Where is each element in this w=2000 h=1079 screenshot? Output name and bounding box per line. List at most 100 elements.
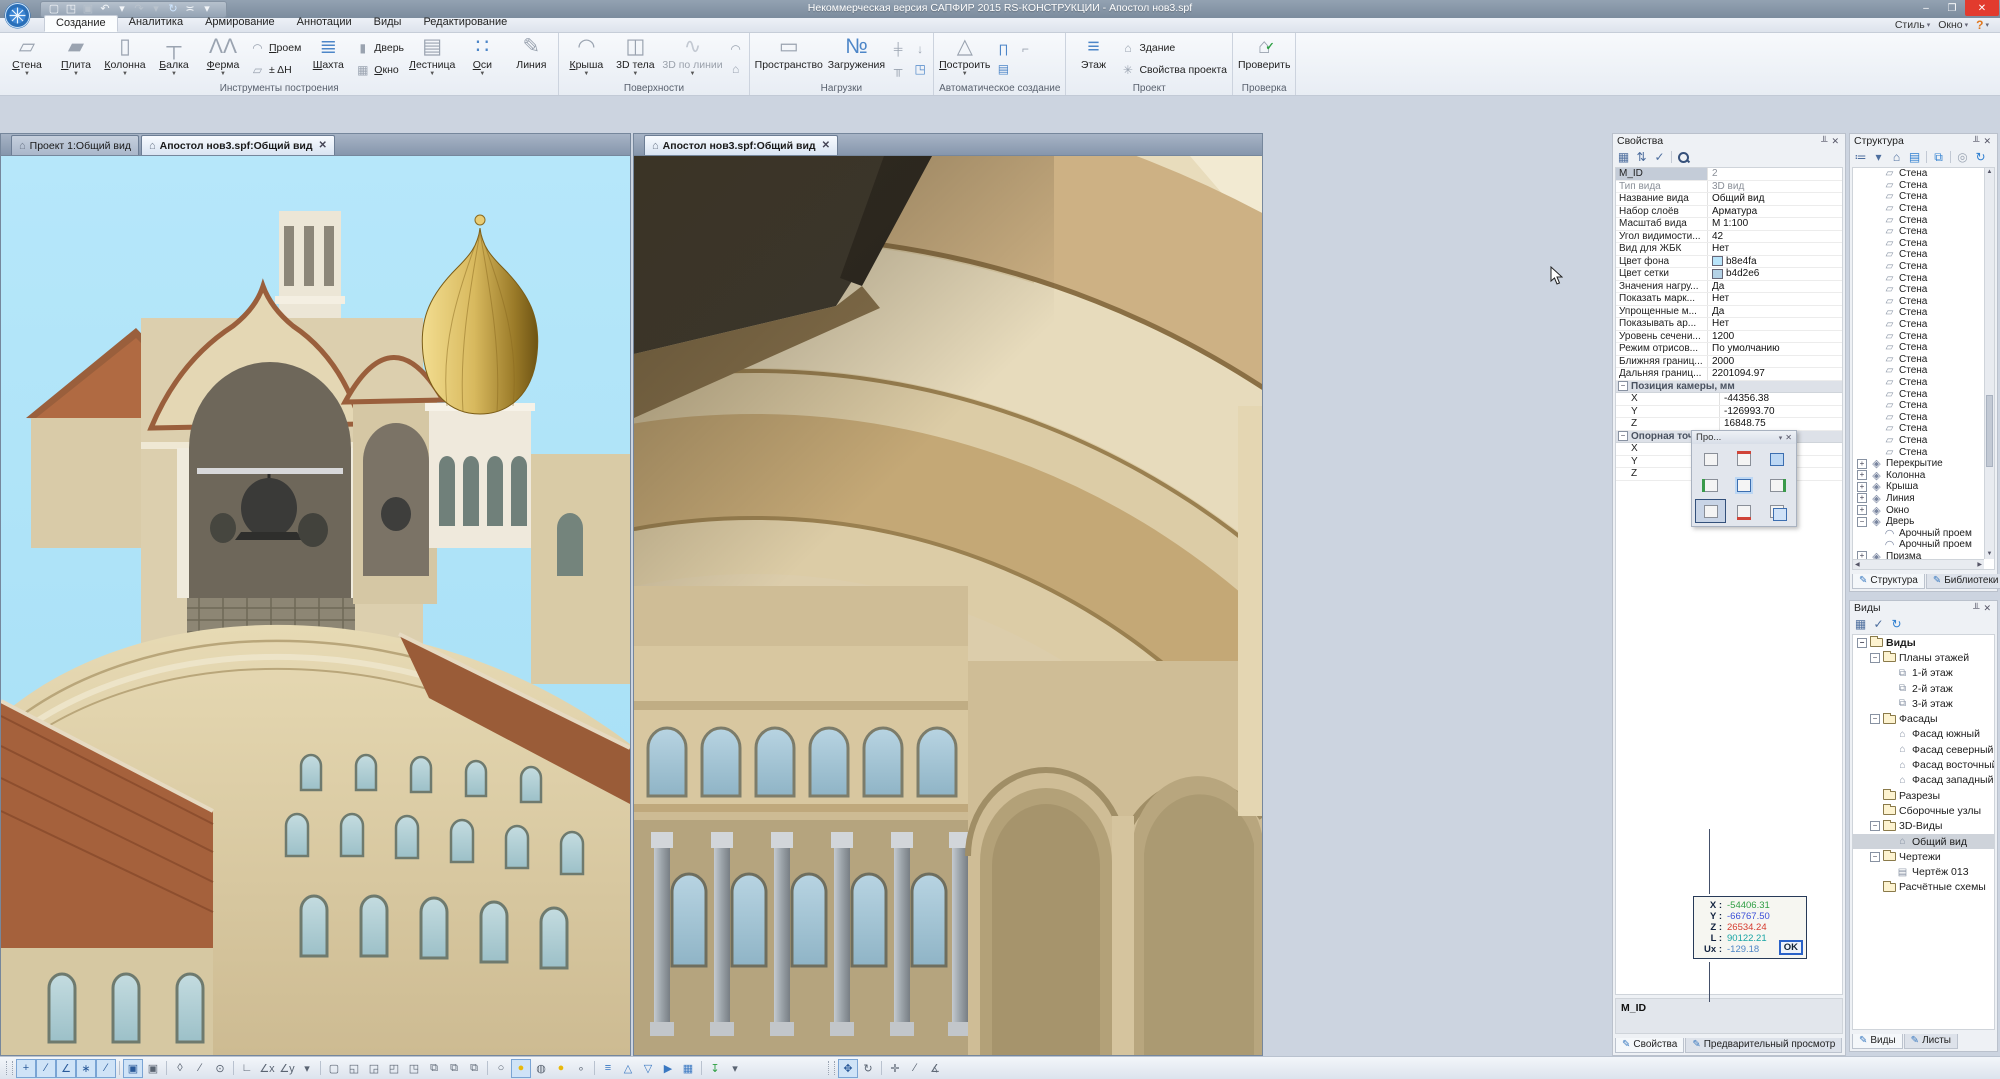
tree-item-стена[interactable]: +▱Стена — [1853, 191, 1994, 203]
tree-item-стена[interactable]: +▱Стена — [1853, 423, 1994, 435]
panel-tab-структура[interactable]: ✎Структура — [1852, 574, 1925, 589]
tree-item-2-й-этаж[interactable]: +⧉2-й этаж — [1853, 681, 1994, 696]
filter-arrow-icon[interactable]: ▾ — [1872, 150, 1885, 164]
viewport-tab-апостол-нов3-spf-общий-вид[interactable]: ⌂Апостол нов3.spf:Общий вид✕ — [141, 135, 335, 155]
piles-icon[interactable]: ∏ — [995, 42, 1011, 56]
clone-view-3-icon[interactable]: ⧉ — [464, 1059, 484, 1078]
tree-item-стена[interactable]: +▱Стена — [1853, 400, 1994, 412]
apply-check-icon[interactable]: ✓ — [1653, 150, 1666, 164]
tree-item-фасад-восточный[interactable]: +⌂Фасад восточный — [1853, 757, 1994, 772]
pin-icon[interactable]: ╨ — [1971, 136, 1981, 146]
snap-segment-icon[interactable]: ⁄ — [96, 1059, 116, 1078]
marks-toggle-icon[interactable]: △ — [618, 1059, 638, 1078]
tree-item-стена[interactable]: +▱Стена — [1853, 261, 1994, 273]
snap-angle-icon[interactable]: ∠ — [56, 1059, 76, 1078]
pan-tool-icon[interactable]: ✥ — [838, 1059, 858, 1078]
home-icon[interactable]: ⌂ — [1890, 150, 1903, 164]
panel-tab-библиотеки[interactable]: ✎Библиотеки — [1926, 574, 2000, 589]
exterior-3d-canvas[interactable] — [0, 155, 631, 1056]
property-value[interactable]: Нет — [1708, 243, 1842, 255]
menu-окно[interactable]: Окно▾ — [1935, 19, 1971, 31]
tree-item-3-й-этаж[interactable]: +⧉3-й этаж — [1853, 696, 1994, 711]
property-value[interactable]: 42 — [1708, 231, 1842, 243]
expander-icon[interactable]: − — [1870, 714, 1880, 724]
move-into-icon[interactable]: ⧉ — [1932, 150, 1945, 164]
tree-item-стена[interactable]: +▱Стена — [1853, 365, 1994, 377]
property-value[interactable]: М 1:100 — [1708, 218, 1842, 230]
tree-item-чертёж-013[interactable]: +▤Чертёж 013 — [1853, 864, 1994, 879]
tree-item-стена[interactable]: +▱Стена — [1853, 226, 1994, 238]
tree-item-стена[interactable]: +▱Стена — [1853, 238, 1994, 250]
snap-point-icon[interactable]: ∗ — [76, 1059, 96, 1078]
ribbon-button-построить[interactable]: △Построить▼ — [937, 34, 992, 83]
property-value[interactable]: 1200 — [1708, 331, 1842, 343]
measure-tool-icon[interactable]: ∕ — [905, 1059, 925, 1078]
clone-view-1-icon[interactable]: ⧉ — [424, 1059, 444, 1078]
tree-item-фасад-северный[interactable]: +⌂Фасад северный — [1853, 742, 1994, 757]
expander-icon[interactable]: − — [1870, 653, 1880, 663]
menu-tab-создание[interactable]: Создание — [44, 15, 118, 32]
visibility-single-icon[interactable]: ● — [551, 1059, 571, 1078]
tree-item-стена[interactable]: +▱Стена — [1853, 296, 1994, 308]
close-tab-icon[interactable]: ✕ — [317, 140, 327, 151]
menu-tab-армирование[interactable]: Армирование — [194, 15, 286, 30]
expander-icon[interactable]: − — [1870, 821, 1880, 831]
filter-funnel-icon[interactable]: ▽ — [638, 1059, 658, 1078]
expander-icon[interactable]: + — [1857, 470, 1867, 480]
house-icon[interactable]: ⌂ — [728, 62, 744, 76]
projection-front-button[interactable] — [1762, 447, 1793, 471]
structure-vertical-scrollbar[interactable]: ▲ ▼ — [1984, 168, 1994, 559]
view-cube-front-icon[interactable]: ▢ — [324, 1059, 344, 1078]
ribbon-button-стена[interactable]: ▱Стена▼ — [3, 34, 51, 83]
find-icon[interactable]: ◎ — [1956, 150, 1969, 164]
ucs-y-icon[interactable]: ∠y — [277, 1059, 297, 1078]
table-view-icon[interactable]: ▦ — [678, 1059, 698, 1078]
tree-item-арочный-проем[interactable]: +◠Арочный проем — [1853, 539, 1994, 551]
projection-fit-button[interactable] — [1728, 473, 1759, 497]
ribbon-button-пространство[interactable]: ▭Пространство — [753, 34, 825, 83]
tree-item-арочный-проем[interactable]: +◠Арочный проем — [1853, 527, 1994, 539]
visibility-on-icon[interactable]: ● — [511, 1059, 531, 1078]
move-tool-icon[interactable]: ✛ — [885, 1059, 905, 1078]
tree-item-стена[interactable]: +▱Стена — [1853, 330, 1994, 342]
viewport-tab-проект-1-общий-вид[interactable]: ⌂Проект 1:Общий вид — [11, 135, 139, 155]
loadtree-icon[interactable]: ╪ — [890, 42, 906, 56]
ribbon-button-загружения[interactable]: №Загружения — [826, 34, 887, 83]
tree-item-виды[interactable]: −Виды — [1853, 635, 1994, 650]
center-snap-icon[interactable]: ⊙ — [210, 1059, 230, 1078]
ribbon-button-лестница[interactable]: ▤Лестница▼ — [407, 34, 457, 83]
view-settings-icon[interactable]: ▦ — [1854, 617, 1867, 631]
ribbon-button-свойства-проекта[interactable]: ✳Свойства проекта — [1120, 61, 1226, 79]
expander-icon[interactable]: + — [1857, 482, 1867, 492]
viewport-tab-апостол-нов3-spf-общий-вид[interactable]: ⌂Апостол нов3.spf:Общий вид✕ — [644, 135, 838, 155]
close-panel-icon[interactable]: ✕ — [1981, 136, 1993, 147]
lock-edit-icon[interactable]: ▣ — [143, 1059, 163, 1078]
panel-tab-виды[interactable]: ✎Виды — [1852, 1034, 1903, 1049]
ribbon-button-3d-по-линии[interactable]: ∿3D по линии▼ — [660, 34, 724, 83]
panel-tab-свойства[interactable]: ✎Свойства — [1615, 1038, 1684, 1053]
tree-item-1-й-этаж[interactable]: +⧉1-й этаж — [1853, 666, 1994, 681]
measure-angle-tool-icon[interactable]: ∡ — [925, 1059, 945, 1078]
tree-item-фасад-южный[interactable]: +⌂Фасад южный — [1853, 727, 1994, 742]
property-value[interactable]: -44356.38 — [1720, 393, 1842, 405]
expander-icon[interactable]: − — [1857, 517, 1867, 527]
lock-objects-icon[interactable]: ▣ — [123, 1059, 143, 1078]
tree-item-стена[interactable]: +▱Стена — [1853, 446, 1994, 458]
close-panel-icon[interactable]: ✕ — [1981, 603, 1993, 614]
tree-item-крыша[interactable]: +◈Крыша — [1853, 481, 1994, 493]
refresh-icon[interactable]: ↻ — [1974, 150, 1987, 164]
ribbon-button-дверь[interactable]: ▮Дверь — [355, 39, 404, 57]
alphabetical-sort-icon[interactable]: ⇅ — [1635, 150, 1648, 164]
tree-item-стена[interactable]: +▱Стена — [1853, 203, 1994, 215]
statusbar-overflow-icon[interactable]: ▾ — [725, 1059, 745, 1078]
property-value[interactable]: 2 — [1708, 168, 1842, 180]
tree-item-стена[interactable]: +▱Стена — [1853, 272, 1994, 284]
categorized-view-icon[interactable]: ▦ — [1617, 150, 1630, 164]
ribbon-button-шахта[interactable]: ≣Шахта — [304, 34, 352, 83]
ribbon-button-3d-тела[interactable]: ◫3D тела▼ — [611, 34, 659, 83]
distload-icon[interactable]: ╥ — [890, 62, 906, 76]
ribbon-button-проверить[interactable]: ⌂✓Проверить — [1236, 34, 1293, 83]
projection-rotate-button[interactable] — [1695, 499, 1726, 523]
tree-item-окно[interactable]: +◈Окно — [1853, 504, 1994, 516]
tree-item-стена[interactable]: +▱Стена — [1853, 180, 1994, 192]
